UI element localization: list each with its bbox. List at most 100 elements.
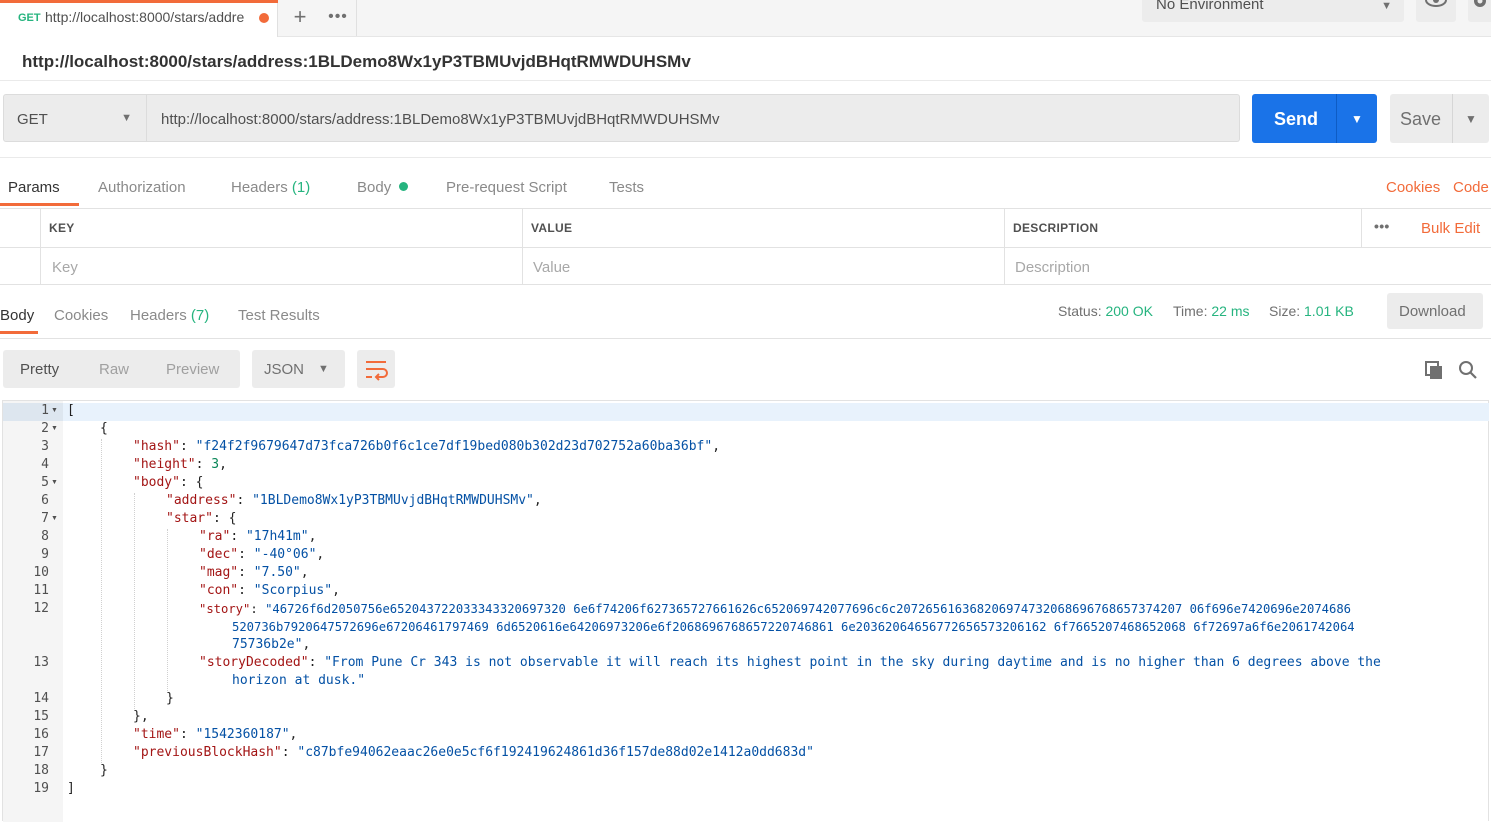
line-number: 6: [41, 493, 49, 508]
fold-arrow-icon[interactable]: ▼: [51, 402, 58, 420]
bulk-edit-link[interactable]: Bulk Edit: [1421, 220, 1480, 237]
fold-arrow-icon[interactable]: ▼: [51, 510, 58, 528]
description-input[interactable]: Description: [1015, 259, 1090, 276]
code-line: "dec": "-40°06",: [199, 547, 325, 562]
code-line-wrapped: 520736b7920647572696e67206461797469 6d65…: [232, 620, 1355, 634]
url-input[interactable]: http://localhost:8000/stars/address:1BLD…: [147, 94, 1240, 142]
json-key: "con": [199, 583, 239, 598]
line-number: 18: [33, 763, 49, 778]
pretty-button[interactable]: Pretty: [20, 361, 59, 378]
row-divider: [0, 284, 1491, 285]
eye-icon: [1425, 0, 1447, 7]
code-link[interactable]: Code: [1453, 179, 1489, 196]
line-number: 12: [33, 601, 49, 616]
save-button[interactable]: Save ▼: [1390, 94, 1489, 143]
cookies-link[interactable]: Cookies: [1386, 179, 1440, 196]
tab-pre-request-script[interactable]: Pre-request Script: [446, 179, 567, 196]
response-tab-body[interactable]: Body: [0, 307, 34, 324]
more-tabs-button[interactable]: •••: [320, 0, 357, 36]
tab-method-label: GET: [18, 12, 41, 24]
code-line: "storyDecoded": "From Pune Cr 343 is not…: [199, 655, 1381, 670]
send-button[interactable]: Send ▼: [1252, 94, 1377, 143]
chevron-down-icon: ▼: [121, 112, 132, 124]
format-select[interactable]: JSON ▼: [252, 350, 345, 388]
line-number: 15: [33, 709, 49, 724]
settings-button[interactable]: [1468, 0, 1491, 22]
status-label: Status:: [1058, 303, 1102, 319]
line-number: 11: [33, 583, 49, 598]
line-number: 3: [41, 439, 49, 454]
request-tab[interactable]: GET http://localhost:8000/stars/addre: [0, 0, 278, 37]
fold-arrow-icon[interactable]: ▼: [51, 420, 58, 438]
code-line: "body": {: [133, 475, 204, 490]
time-value: 22 ms: [1211, 303, 1250, 319]
response-tab-cookies[interactable]: Cookies: [54, 307, 108, 324]
status-value: 200 OK: [1105, 303, 1153, 319]
divider: [0, 338, 1491, 339]
line-number: 14: [33, 691, 49, 706]
tab-headers-label: Headers: [231, 179, 288, 196]
column-header-description: DESCRIPTION: [1013, 221, 1099, 235]
size-readout: Size: 1.01 KB: [1269, 303, 1354, 319]
chevron-down-icon[interactable]: ▼: [1351, 112, 1363, 126]
json-key: "address": [166, 493, 237, 508]
key-input[interactable]: Key: [52, 259, 78, 276]
json-key: "story": [199, 602, 251, 616]
code-line: }: [100, 763, 108, 778]
code-line: "address": "1BLDemo8Wx1yP3TBMUvjdBHqtRMW…: [166, 493, 542, 508]
json-string: "Scorpius": [253, 583, 333, 598]
code-line: },: [133, 709, 149, 724]
wrap-icon: [366, 361, 388, 381]
params-table: KEY VALUE DESCRIPTION ••• Bulk Edit Key …: [0, 209, 1491, 285]
size-label: Size:: [1269, 303, 1301, 319]
wrap-lines-button[interactable]: [357, 350, 395, 388]
indent-guide: [101, 439, 102, 763]
code-line: "con": "Scorpius",: [199, 583, 340, 598]
line-number: 16: [33, 727, 49, 742]
send-label: Send: [1274, 109, 1319, 129]
line-number: 7: [41, 511, 49, 526]
code-line: "height": 3,: [133, 457, 227, 472]
json-string: "-40°06": [253, 547, 317, 562]
tab-headers[interactable]: Headers (1): [231, 179, 310, 196]
json-string: "7.50": [253, 565, 301, 580]
line-number: 13: [33, 655, 49, 670]
json-key: "previousBlockHash": [133, 745, 282, 760]
url-value: http://localhost:8000/stars/address:1BLD…: [161, 111, 720, 128]
active-tab-indicator: [0, 0, 278, 3]
json-string: "1542360187": [195, 727, 290, 742]
column-header-value: VALUE: [531, 221, 573, 235]
tab-params[interactable]: Params: [8, 179, 60, 196]
download-button[interactable]: Download: [1387, 293, 1483, 329]
code-line: "ra": "17h41m",: [199, 529, 317, 544]
response-tab-headers[interactable]: Headers (7): [130, 307, 209, 324]
more-options-button[interactable]: •••: [1374, 218, 1390, 234]
value-input[interactable]: Value: [533, 259, 570, 276]
environment-select[interactable]: No Environment ▼: [1142, 0, 1404, 22]
fold-arrow-icon[interactable]: ▼: [51, 474, 58, 492]
line-number: 8: [41, 529, 49, 544]
search-icon[interactable]: [1458, 360, 1478, 380]
new-tab-button[interactable]: +: [281, 0, 319, 36]
method-select[interactable]: GET ▼: [3, 94, 147, 142]
tab-authorization[interactable]: Authorization: [98, 179, 186, 196]
code-line: "previousBlockHash": "c87bfe94062eaac26e…: [133, 745, 814, 760]
preview-button[interactable]: Preview: [166, 361, 219, 378]
chevron-down-icon[interactable]: ▼: [1465, 112, 1477, 126]
tab-body[interactable]: Body: [357, 179, 391, 196]
response-tab-test-results[interactable]: Test Results: [238, 307, 320, 324]
json-key: "star": [166, 511, 213, 526]
divider: [1336, 94, 1337, 143]
method-label: GET: [17, 111, 48, 128]
size-value: 1.01 KB: [1304, 303, 1354, 319]
code-line: [: [67, 403, 75, 418]
copy-icon[interactable]: [1424, 360, 1444, 380]
environment-quick-look-button[interactable]: [1416, 0, 1456, 22]
active-tab-indicator: [0, 331, 38, 334]
response-body-editor[interactable]: 1 2 3 4 5 6 7 8 9 10 11 12 13 14 15 16 17 18 19 ▼ ▼ ▼ ▼ [ …: [2, 400, 1489, 822]
divider: [0, 80, 1491, 81]
raw-button[interactable]: Raw: [99, 361, 129, 378]
unsaved-dot-icon: [259, 13, 269, 23]
tab-tests[interactable]: Tests: [609, 179, 644, 196]
view-mode-group: Pretty Raw Preview: [3, 350, 240, 388]
